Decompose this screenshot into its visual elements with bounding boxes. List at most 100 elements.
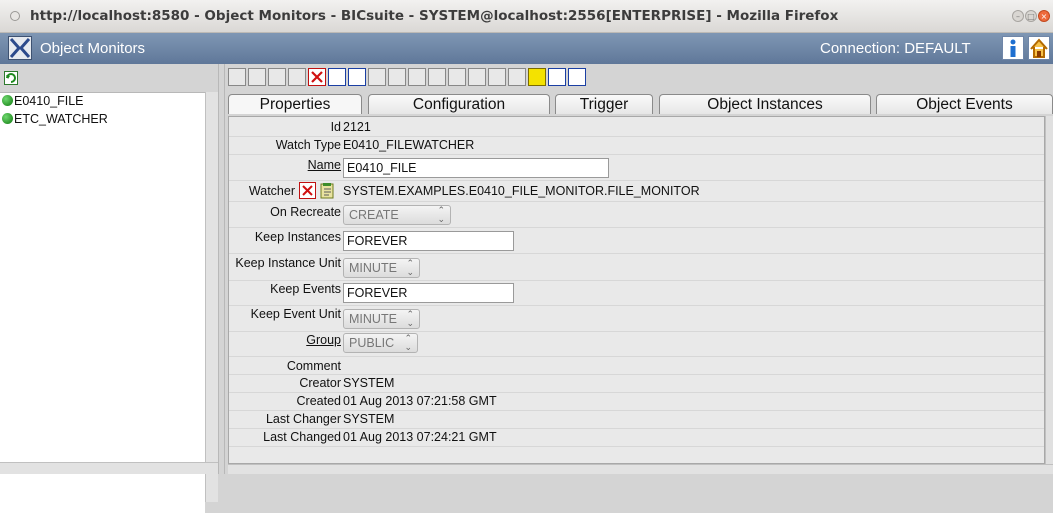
divider <box>229 392 1044 393</box>
app-logo-icon <box>8 36 32 60</box>
keep-instance-unit-label: Keep Instance Unit <box>235 256 341 270</box>
keep-events-label: Keep Events <box>270 282 341 296</box>
group-value: PUBLIC <box>349 336 395 350</box>
maximize-button[interactable]: □ <box>1025 10 1037 22</box>
on-recreate-label: On Recreate <box>270 205 341 219</box>
created-value: 01 Aug 2013 07:21:58 GMT <box>343 394 497 408</box>
divider <box>229 201 1044 202</box>
on-recreate-select[interactable]: CREATE ⌃ ⌄ <box>343 205 451 225</box>
tab-object-instances[interactable]: Object Instances <box>659 94 871 114</box>
divider <box>229 154 1044 155</box>
clipboard-icon[interactable] <box>508 68 526 86</box>
copy-icon[interactable] <box>288 68 306 86</box>
grid-icon[interactable] <box>448 68 466 86</box>
download-icon[interactable] <box>568 68 586 86</box>
browse-watcher-icon[interactable] <box>319 182 336 199</box>
comment-label: Comment <box>286 359 341 373</box>
connection-label: Connection: DEFAULT <box>820 40 971 57</box>
key-icon[interactable] <box>528 68 546 86</box>
window-menu-icon[interactable] <box>10 11 20 21</box>
id-label: Id <box>330 120 341 134</box>
tree-item-label: ETC_WATCHER <box>14 112 108 126</box>
minimize-button[interactable]: – <box>1012 10 1024 22</box>
content-vertical-scrollbar[interactable] <box>1045 116 1053 464</box>
group-label[interactable]: Group <box>306 333 341 347</box>
grid-icon[interactable] <box>408 68 426 86</box>
clear-watcher-icon[interactable] <box>299 182 316 199</box>
home-icon[interactable] <box>1028 36 1050 60</box>
divider <box>229 280 1044 281</box>
grid-icon[interactable] <box>428 68 446 86</box>
close-button[interactable]: × <box>1038 10 1050 22</box>
app-title: Object Monitors <box>40 40 146 57</box>
plus-icon[interactable] <box>388 68 406 86</box>
keep-event-unit-value: MINUTE <box>349 312 397 326</box>
divider <box>229 356 1044 357</box>
divider <box>229 253 1044 254</box>
left-panel: E0410_FILE ETC_WATCHER <box>0 64 218 513</box>
updown-arrow-icon: ⌃ ⌄ <box>406 258 414 277</box>
divider <box>229 374 1044 375</box>
last-changed-value: 01 Aug 2013 07:24:21 GMT <box>343 430 497 444</box>
creator-value: SYSTEM <box>343 376 395 390</box>
group-select[interactable]: PUBLIC ⌃ ⌄ <box>343 333 418 353</box>
back-icon[interactable] <box>248 68 266 86</box>
new-icon[interactable] <box>328 68 346 86</box>
keep-instance-unit-select[interactable]: MINUTE ⌃ ⌄ <box>343 258 420 278</box>
tree-vertical-scrollbar[interactable] <box>205 92 218 502</box>
tree-horizontal-scrollbar[interactable] <box>0 462 218 474</box>
updown-arrow-icon: ⌃ ⌄ <box>437 205 445 224</box>
name-label[interactable]: Name <box>308 158 341 172</box>
properties-panel: Id 2121 Watch Type E0410_FILEWATCHER Nam… <box>228 116 1045 464</box>
object-tree: E0410_FILE ETC_WATCHER <box>0 92 205 513</box>
tab-configuration[interactable]: Configuration <box>368 94 550 114</box>
keep-events-input[interactable]: FOREVER <box>343 283 514 303</box>
tab-properties[interactable]: Properties <box>228 94 362 114</box>
app-header: Object Monitors Connection: DEFAULT <box>0 33 1053 64</box>
status-green-icon <box>2 113 13 124</box>
refresh-icon[interactable] <box>228 68 246 86</box>
created-label: Created <box>296 394 341 408</box>
info-icon[interactable] <box>1002 36 1024 60</box>
delete-icon[interactable] <box>308 68 326 86</box>
tree-item-label: E0410_FILE <box>14 94 84 108</box>
tree-item-e0410-file[interactable]: E0410_FILE <box>2 94 84 110</box>
divider <box>229 446 1044 447</box>
save-icon[interactable] <box>268 68 286 86</box>
xy-icon[interactable] <box>348 68 366 86</box>
keep-instances-label: Keep Instances <box>254 230 341 244</box>
cut-icon[interactable] <box>468 68 486 86</box>
keep-event-unit-label: Keep Event Unit <box>250 307 341 321</box>
minus-icon[interactable] <box>368 68 386 86</box>
watcher-value: SYSTEM.EXAMPLES.E0410_FILE_MONITOR.FILE_… <box>343 184 700 198</box>
watcher-label: Watcher <box>248 184 295 198</box>
watch-type-value: E0410_FILEWATCHER <box>343 138 475 152</box>
name-input[interactable]: E0410_FILE <box>343 158 609 178</box>
divider <box>229 136 1044 137</box>
id-value: 2121 <box>343 120 371 134</box>
divider <box>229 428 1044 429</box>
divider <box>229 410 1044 411</box>
divider <box>229 227 1044 228</box>
comment-icon[interactable] <box>548 68 566 86</box>
tree-refresh-icon[interactable] <box>4 71 18 85</box>
window-title: http://localhost:8580 - Object Monitors … <box>30 8 839 24</box>
tab-object-events[interactable]: Object Events <box>876 94 1053 114</box>
keep-instances-input[interactable]: FOREVER <box>343 231 514 251</box>
on-recreate-value: CREATE <box>349 208 399 222</box>
divider <box>229 180 1044 181</box>
divider <box>229 331 1044 332</box>
tab-trigger[interactable]: Trigger <box>555 94 653 114</box>
last-changer-label: Last Changer <box>265 412 341 426</box>
updown-arrow-icon: ⌃ ⌄ <box>406 309 414 328</box>
keep-event-unit-select[interactable]: MINUTE ⌃ ⌄ <box>343 309 420 329</box>
keep-instance-unit-value: MINUTE <box>349 261 397 275</box>
watch-type-label: Watch Type <box>275 138 341 152</box>
updown-arrow-icon: ⌃ ⌄ <box>404 333 412 352</box>
tree-item-etc-watcher[interactable]: ETC_WATCHER <box>2 112 108 128</box>
paste-icon[interactable] <box>488 68 506 86</box>
divider <box>229 305 1044 306</box>
content-horizontal-scrollbar[interactable] <box>228 464 1053 474</box>
creator-label: Creator <box>299 376 341 390</box>
split-divider[interactable] <box>218 64 225 474</box>
